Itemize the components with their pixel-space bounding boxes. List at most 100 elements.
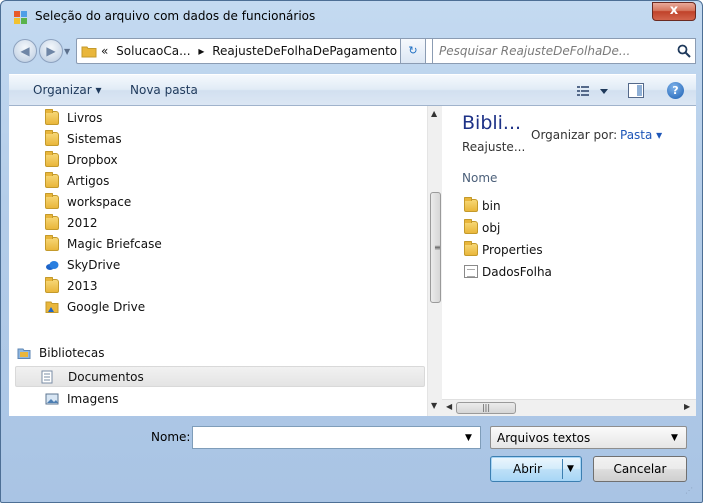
arrange-by-label: Organizar por: xyxy=(531,128,618,142)
nav-item-label: Bibliotecas xyxy=(39,346,105,360)
nav-item-skydrive[interactable]: SkyDrive xyxy=(37,255,427,276)
nav-item-label: Livros xyxy=(67,111,103,125)
back-button[interactable]: ◀ xyxy=(13,39,37,63)
recent-locations-dropdown-icon[interactable]: ▼ xyxy=(64,47,70,56)
nav-item-label: Documentos xyxy=(68,370,144,384)
nav-item-label: Google Drive xyxy=(67,300,146,314)
nav-item-magic-briefcase[interactable]: Magic Briefcase xyxy=(37,234,427,255)
file-name: bin xyxy=(482,199,501,213)
folder-icon xyxy=(45,235,59,251)
search-input[interactable] xyxy=(433,39,673,63)
nav-item-label: Dropbox xyxy=(67,153,118,167)
folder-icon xyxy=(464,241,478,256)
text-file-icon xyxy=(464,265,478,278)
breadcrumb-item-project[interactable]: ReajusteDeFolhaDePagamento xyxy=(212,44,397,58)
search-icon[interactable] xyxy=(677,44,691,58)
resize-grip-icon[interactable]: ⋰ xyxy=(685,486,697,498)
file-pane-horizontal-scrollbar[interactable]: ◀ ||| ▶ xyxy=(442,399,696,416)
nav-item-workspace[interactable]: workspace xyxy=(37,192,427,213)
open-button-label: Abrir xyxy=(513,462,543,476)
split-divider xyxy=(562,459,563,479)
file-list-item[interactable]: DadosFolha xyxy=(462,262,662,282)
file-list-item[interactable]: Properties xyxy=(462,240,662,260)
nav-item-label: workspace xyxy=(67,195,132,209)
help-icon[interactable]: ? xyxy=(667,82,684,99)
content-area: Livros Sistemas Dropbox Artigos workspac… xyxy=(9,106,696,416)
horizontal-scroll-thumb[interactable]: ||| xyxy=(456,402,516,414)
nav-item-label: 2013 xyxy=(67,279,98,293)
nav-item-artigos[interactable]: Artigos xyxy=(37,171,427,192)
navigation-pane[interactable]: Livros Sistemas Dropbox Artigos workspac… xyxy=(9,106,442,416)
column-header-name[interactable]: Nome xyxy=(462,171,497,185)
nav-item-2013[interactable]: 2013 xyxy=(37,276,427,297)
open-button[interactable]: Abrir ▼ xyxy=(490,456,582,482)
file-name-label: Nome: xyxy=(151,430,191,444)
scroll-right-arrow-icon[interactable]: ▶ xyxy=(684,402,690,411)
nav-item-label: Sistemas xyxy=(67,132,122,146)
forward-button[interactable]: ▶ xyxy=(39,39,63,63)
nav-item-documents[interactable]: Documentos xyxy=(15,366,425,387)
open-options-dropdown-icon[interactable]: ▼ xyxy=(567,464,574,474)
nav-item-google-drive[interactable]: Google Drive xyxy=(37,297,427,318)
library-subtitle: Reajuste... xyxy=(462,140,526,154)
nav-item-dropbox[interactable]: Dropbox xyxy=(37,150,427,171)
navigation-pane-scrollbar[interactable]: ▲ ≡ ▼ xyxy=(427,106,442,416)
scroll-up-arrow-icon[interactable]: ▲ xyxy=(431,109,437,118)
skydrive-icon xyxy=(46,261,59,270)
address-bar[interactable]: « SolucaoCa... ▸ ReajusteDeFolhaDePagame… xyxy=(76,38,459,64)
preview-pane-icon[interactable] xyxy=(628,83,644,98)
scroll-left-arrow-icon[interactable]: ◀ xyxy=(446,402,452,411)
file-name: DadosFolha xyxy=(482,265,552,279)
change-view-icon[interactable] xyxy=(576,83,610,99)
breadcrumb-item-solution[interactable]: SolucaoCa... xyxy=(116,44,190,58)
library-title: Bibli... xyxy=(462,112,522,134)
file-name-combobox[interactable]: ▼ xyxy=(192,426,481,449)
file-type-select[interactable]: Arquivos textos ▼ xyxy=(490,426,687,449)
close-button[interactable]: x xyxy=(652,2,696,21)
file-type-dropdown-icon[interactable]: ▼ xyxy=(671,433,678,443)
folder-icon xyxy=(81,46,97,58)
folder-icon xyxy=(45,277,59,293)
nav-item-label: 2012 xyxy=(67,216,98,230)
nav-item-libraries[interactable]: Bibliotecas xyxy=(9,343,399,364)
refresh-button[interactable]: ↻ xyxy=(400,38,426,64)
nav-item-label: Artigos xyxy=(67,174,110,188)
nav-item-label: Imagens xyxy=(67,392,119,406)
images-icon xyxy=(45,393,59,405)
nav-item-sistemas[interactable]: Sistemas xyxy=(37,129,427,150)
nav-item-images[interactable]: Imagens xyxy=(37,389,427,410)
file-list-item[interactable]: bin xyxy=(462,196,662,216)
folder-icon xyxy=(45,193,59,209)
folder-icon xyxy=(464,197,478,212)
file-name-input[interactable] xyxy=(193,427,461,448)
folder-icon xyxy=(45,172,59,188)
scroll-down-arrow-icon[interactable]: ▼ xyxy=(431,401,437,410)
nav-item-livros[interactable]: Livros xyxy=(37,108,427,129)
file-name-dropdown-icon[interactable]: ▼ xyxy=(465,433,472,443)
file-list-item[interactable]: obj xyxy=(462,218,662,238)
breadcrumb-overflow[interactable]: « xyxy=(101,44,108,58)
folder-icon xyxy=(45,151,59,167)
new-folder-button[interactable]: Nova pasta xyxy=(130,83,198,97)
organize-menu-button[interactable]: Organizar ▾ xyxy=(33,83,102,97)
command-toolbar: Organizar ▾ Nova pasta ? xyxy=(9,74,696,106)
app-icon xyxy=(14,11,27,24)
navigation-bar: ◀ ▶ ▼ « SolucaoCa... ▸ ReajusteDeFolhaDe… xyxy=(9,37,696,67)
cancel-button[interactable]: Cancelar xyxy=(593,456,687,482)
arrange-by-dropdown[interactable]: Pasta ▾ xyxy=(620,128,662,142)
nav-item-label: SkyDrive xyxy=(67,258,121,272)
nav-item-label: Magic Briefcase xyxy=(67,237,162,251)
nav-item-2012[interactable]: 2012 xyxy=(37,213,427,234)
search-box[interactable] xyxy=(432,38,696,64)
folder-icon xyxy=(464,219,478,234)
libraries-icon xyxy=(17,348,31,359)
breadcrumb[interactable]: « SolucaoCa... ▸ ReajusteDeFolhaDePagame… xyxy=(101,44,415,58)
breadcrumb-separator[interactable]: ▸ xyxy=(198,44,204,58)
title-bar[interactable]: Seleção do arquivo com dados de funcioná… xyxy=(1,1,702,33)
scroll-thumb[interactable]: ≡ xyxy=(430,192,441,303)
file-list-pane[interactable]: Bibli... Reajuste... Organizar por: Past… xyxy=(446,106,696,416)
google-drive-icon xyxy=(45,301,59,313)
file-name: obj xyxy=(482,221,501,235)
folder-icon xyxy=(45,130,59,146)
file-name: Properties xyxy=(482,243,543,257)
